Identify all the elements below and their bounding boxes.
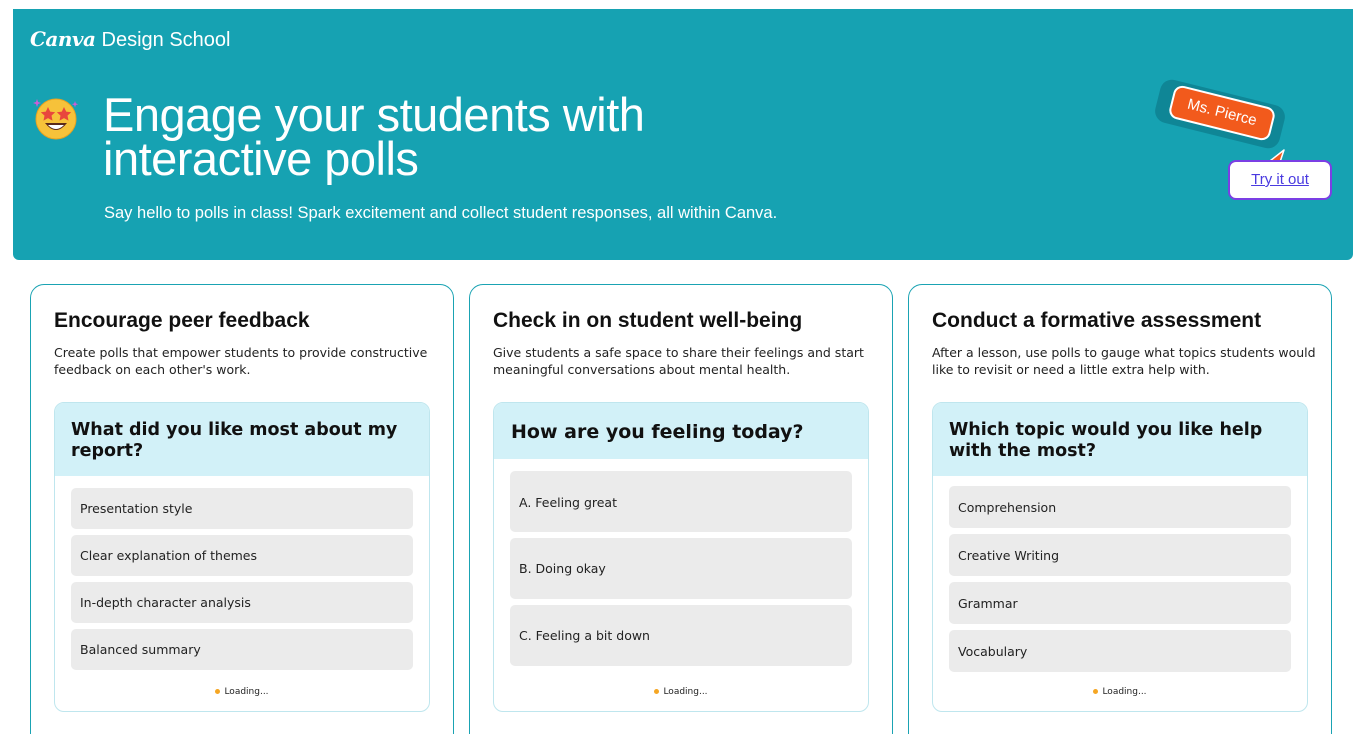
poll-option[interactable]: Vocabulary xyxy=(949,630,1291,672)
name-tag: Ms. Pierce xyxy=(1152,77,1296,152)
card-description: Give students a safe space to share thei… xyxy=(493,345,864,377)
card-formative-assessment: Conduct a formative assessment After a l… xyxy=(908,284,1332,734)
poll-header: How are you feeling today? xyxy=(494,403,868,459)
canva-wordmark: Canva xyxy=(30,27,96,51)
poll-option[interactable]: Balanced summary xyxy=(71,629,413,670)
poll-widget: How are you feeling today? A. Feeling gr… xyxy=(493,402,869,712)
canva-design-school-logo[interactable]: Canva Design School xyxy=(30,27,230,52)
poll-widget: Which topic would you like help with the… xyxy=(932,402,1308,712)
star-struck-emoji-icon xyxy=(33,98,79,140)
hero-banner: Canva Design School Engage your students… xyxy=(13,9,1353,260)
poll-option[interactable]: Comprehension xyxy=(949,486,1291,528)
poll-option[interactable]: Grammar xyxy=(949,582,1291,624)
poll-option[interactable]: In-depth character analysis xyxy=(71,582,413,623)
poll-option[interactable]: Clear explanation of themes xyxy=(71,535,413,576)
poll-options: Comprehension Creative Writing Grammar V… xyxy=(933,476,1307,672)
card-title: Conduct a formative assessment xyxy=(932,309,1262,332)
poll-header: Which topic would you like help with the… xyxy=(933,403,1307,476)
loading-dot-icon xyxy=(654,689,660,694)
loading-dot-icon xyxy=(215,689,221,694)
loading-text: Loading... xyxy=(663,687,708,697)
poll-question: Which topic would you like help with the… xyxy=(949,420,1263,461)
try-it-out-button[interactable]: Try it out xyxy=(1228,160,1332,200)
poll-question: How are you feeling today? xyxy=(511,421,804,443)
poll-option[interactable]: B. Doing okay xyxy=(510,538,852,599)
page-title: Engage your students with interactive po… xyxy=(103,88,645,185)
poll-option[interactable]: C. Feeling a bit down xyxy=(510,605,852,666)
loading-text: Loading... xyxy=(1102,687,1147,697)
page-subtitle: Say hello to polls in class! Spark excit… xyxy=(104,204,778,222)
design-school-label: Design School xyxy=(101,29,231,51)
poll-options: Presentation style Clear explanation of … xyxy=(55,476,429,670)
loading-indicator: Loading... xyxy=(494,687,868,697)
poll-question: What did you like most about my report? xyxy=(71,420,398,461)
card-title: Check in on student well-being xyxy=(493,309,803,332)
poll-header: What did you like most about my report? xyxy=(55,403,429,476)
card-title: Encourage peer feedback xyxy=(54,309,310,332)
loading-text: Loading... xyxy=(224,687,269,697)
poll-widget: What did you like most about my report? … xyxy=(54,402,430,712)
poll-options: A. Feeling great B. Doing okay C. Feelin… xyxy=(494,459,868,666)
loading-indicator: Loading... xyxy=(933,687,1307,697)
poll-option[interactable]: Creative Writing xyxy=(949,534,1291,576)
loading-indicator: Loading... xyxy=(55,687,429,697)
card-description: After a lesson, use polls to gauge what … xyxy=(932,345,1316,377)
poll-option[interactable]: Presentation style xyxy=(71,488,413,529)
card-description: Create polls that empower students to pr… xyxy=(54,345,428,377)
loading-dot-icon xyxy=(1093,689,1099,694)
card-well-being: Check in on student well-being Give stud… xyxy=(469,284,893,734)
poll-option[interactable]: A. Feeling great xyxy=(510,471,852,532)
card-peer-feedback: Encourage peer feedback Create polls tha… xyxy=(30,284,454,734)
